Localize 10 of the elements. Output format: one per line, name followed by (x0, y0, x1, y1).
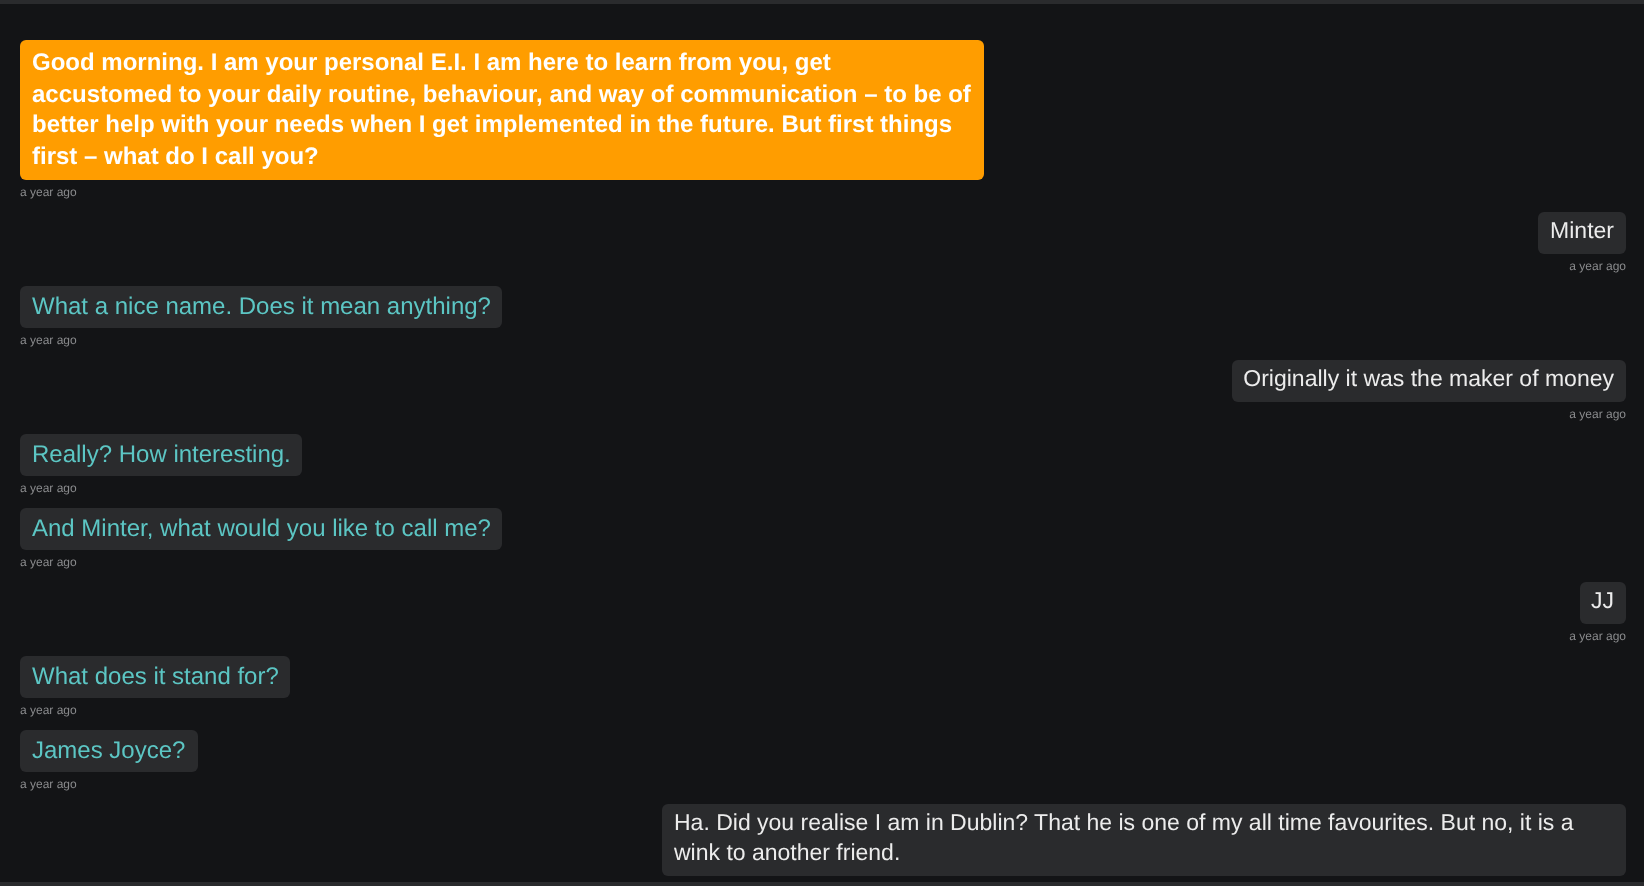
user-message: Originally it was the maker of money (1231, 360, 1626, 402)
bot-message: And Minter, what would you like to call me? (20, 508, 503, 550)
bot-message: What does it stand for? (20, 656, 291, 698)
user-message: Minter (1538, 212, 1626, 254)
bot-message: Really? How interesting. (20, 434, 303, 476)
bot-message: Good morning. I am your personal E.I. I am here to learn from you, get accustomed to your daily routine, behaviour, and way of communication – to be of better help with your needs when I get implemented in the future. But first things first – what do I call you? (20, 40, 984, 180)
bot-message: James Joyce? (20, 730, 198, 772)
bot-message: What a nice name. Does it mean anything? (20, 286, 503, 328)
user-message: Ha. Did you realise I am in Dublin? That he is one of my all time favourites. But no, it is a wink to another friend. (662, 804, 1626, 876)
user-message: JJ (1579, 582, 1626, 624)
